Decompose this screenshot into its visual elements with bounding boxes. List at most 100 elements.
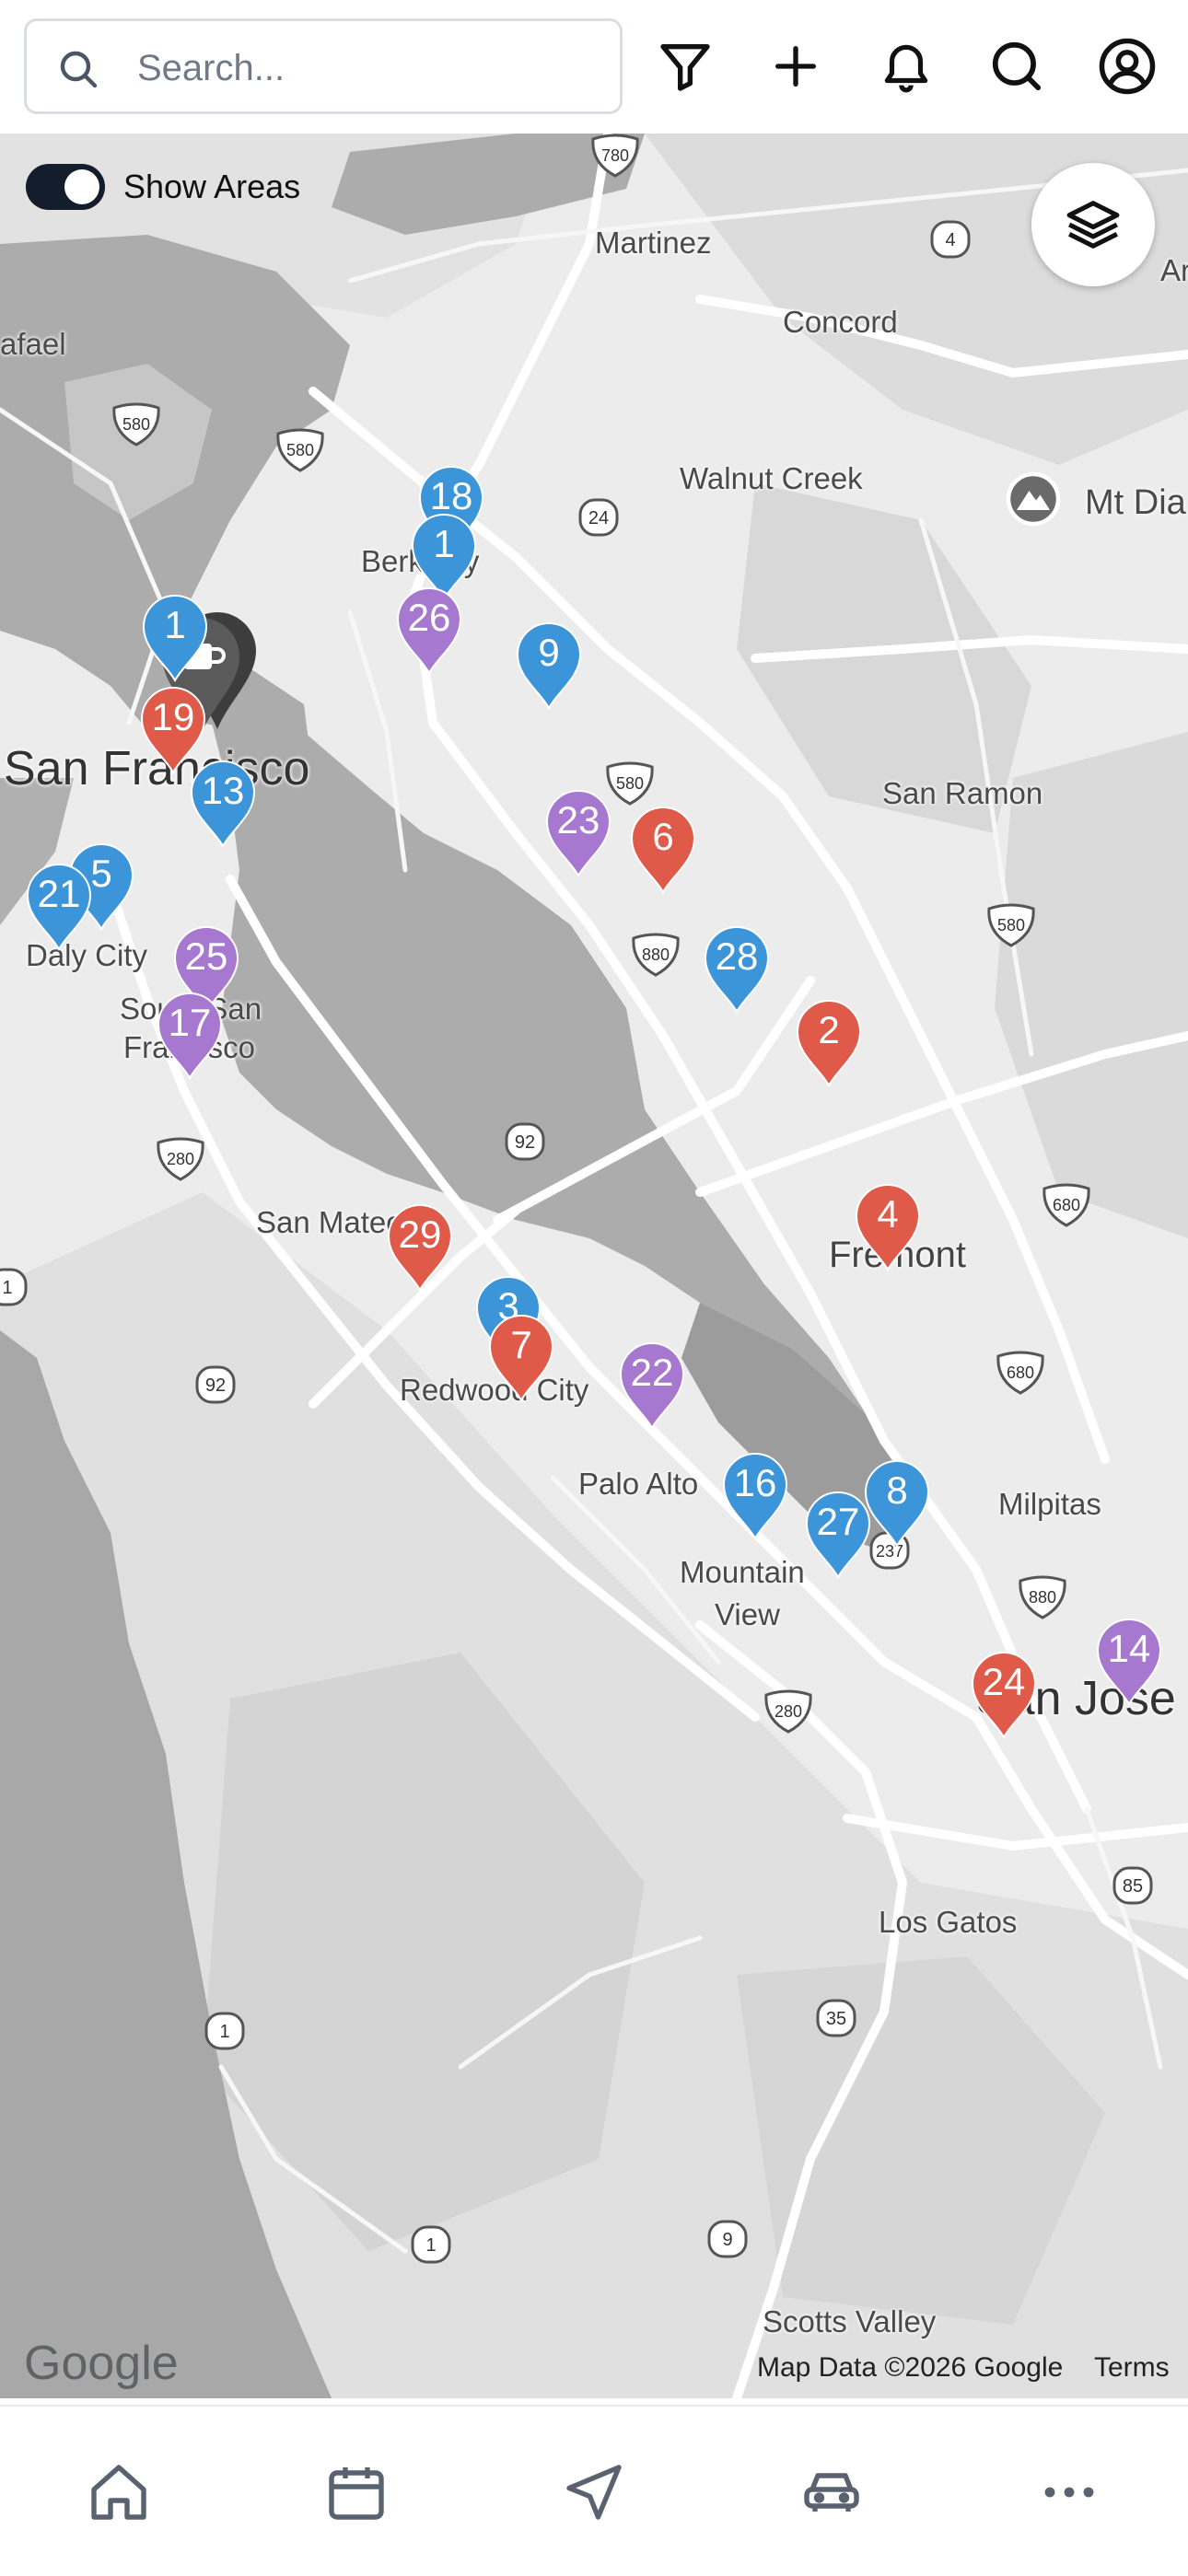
map-pin[interactable]: 2 — [796, 999, 862, 1087]
map-pin[interactable]: 14 — [1096, 1618, 1162, 1706]
highway-shield: 780 — [588, 133, 643, 180]
svg-text:680: 680 — [1007, 1363, 1034, 1382]
map-pin-label: 17 — [168, 1001, 212, 1044]
map-pin-label: 8 — [886, 1468, 908, 1512]
terms-link[interactable]: Terms — [1094, 2352, 1170, 2384]
account-button[interactable] — [1090, 29, 1164, 103]
highway-shield: 580 — [273, 428, 328, 474]
map-pin-label: 29 — [398, 1213, 442, 1256]
map-pin[interactable]: 26 — [396, 586, 462, 675]
plus-icon — [775, 46, 816, 87]
highway-shield: 24 — [571, 494, 626, 540]
map-pin[interactable]: 1 — [142, 594, 208, 682]
notifications-button[interactable] — [869, 29, 943, 103]
city-label: San Mateo — [256, 1205, 403, 1239]
map-pin-label: 6 — [652, 815, 674, 858]
navigation-icon — [566, 2465, 622, 2520]
highway-shield: 1 — [403, 2222, 459, 2268]
highway-shield: 9 — [700, 2216, 755, 2262]
search-input[interactable] — [135, 38, 600, 99]
show-areas-toggle[interactable] — [26, 164, 105, 210]
svg-text:280: 280 — [167, 1150, 194, 1168]
calendar-icon — [329, 2467, 384, 2520]
show-areas-label: Show Areas — [123, 168, 301, 205]
map-data-attribution: Map Data ©2026 Google — [757, 2352, 1064, 2383]
map-pin[interactable]: 21 — [26, 863, 92, 951]
map-pin[interactable]: 27 — [805, 1491, 871, 1579]
more-icon — [1044, 2487, 1094, 2498]
svg-text:880: 880 — [642, 946, 670, 964]
map-pin[interactable]: 8 — [864, 1459, 930, 1548]
map-pin[interactable]: 29 — [387, 1203, 453, 1292]
map-pin-label: 14 — [1107, 1627, 1151, 1670]
map-pin[interactable]: 4 — [855, 1183, 921, 1271]
city-label: Scotts Valley — [763, 2304, 937, 2338]
mountain-icon — [1006, 471, 1061, 527]
city-label: San Ramon — [882, 776, 1043, 810]
highway-shield: 92 — [188, 1362, 243, 1408]
svg-text:4: 4 — [945, 230, 955, 250]
park-marker[interactable] — [1000, 469, 1066, 535]
map-pin[interactable]: 22 — [619, 1341, 685, 1430]
highway-shield: 880 — [1015, 1575, 1070, 1621]
map-pin[interactable]: 24 — [971, 1651, 1037, 1739]
search-field[interactable] — [24, 18, 623, 114]
highway-shield: 4 — [923, 216, 978, 262]
map-pin-label: 1 — [164, 603, 186, 646]
highway-shield: 580 — [109, 402, 164, 448]
svg-text:92: 92 — [205, 1375, 226, 1396]
home-icon — [91, 2465, 146, 2520]
nav-home[interactable] — [77, 2451, 160, 2534]
map-pin-label: 18 — [429, 474, 473, 517]
nav-more[interactable] — [1028, 2451, 1111, 2534]
map-pin-label: 21 — [37, 872, 81, 915]
svg-text:1: 1 — [219, 2022, 229, 2042]
map-pin[interactable]: 17 — [157, 992, 223, 1080]
highway-shield: 1 — [197, 2008, 252, 2054]
svg-text:580: 580 — [286, 441, 314, 459]
map-pin[interactable]: 13 — [190, 760, 256, 848]
svg-text:9: 9 — [722, 2230, 732, 2250]
city-label: Martinez — [595, 226, 712, 260]
search-button[interactable] — [980, 29, 1054, 103]
add-button[interactable] — [759, 29, 833, 103]
google-logo: Google — [24, 2337, 179, 2390]
nav-car[interactable] — [790, 2451, 873, 2534]
map-pin[interactable]: 6 — [630, 806, 696, 894]
map-pin-label: 23 — [556, 798, 600, 841]
highway-shield: 580 — [984, 903, 1039, 949]
highway-shield: 85 — [1105, 1862, 1160, 1909]
svg-text:580: 580 — [616, 774, 644, 793]
map-pin[interactable]: 16 — [722, 1452, 788, 1540]
search-icon — [60, 51, 98, 88]
svg-text:680: 680 — [1053, 1196, 1080, 1214]
highway-shield: 880 — [628, 933, 683, 979]
highway-shield: 1 — [0, 1264, 35, 1310]
svg-text:1: 1 — [2, 1278, 12, 1298]
layers-button[interactable] — [1031, 163, 1155, 286]
map-pin-label: 9 — [538, 631, 560, 674]
search-icon — [992, 41, 1042, 91]
highway-shield: 92 — [497, 1119, 553, 1165]
highway-shield: 280 — [761, 1689, 816, 1735]
svg-text:580: 580 — [997, 916, 1025, 934]
map-pin[interactable]: 28 — [704, 925, 770, 1014]
map-pin[interactable]: 7 — [488, 1314, 554, 1402]
map-pin-label: 1 — [433, 522, 455, 565]
svg-text:780: 780 — [601, 146, 629, 165]
highway-shield: 680 — [1039, 1183, 1094, 1229]
svg-text:85: 85 — [1123, 1876, 1143, 1897]
map-view[interactable]: Show Areas afael Ar Martinez Concord Wal… — [0, 133, 1188, 2398]
filter-icon — [660, 44, 710, 91]
map-pin[interactable]: 23 — [545, 789, 611, 877]
map-pin-label: 13 — [201, 769, 245, 812]
svg-text:1: 1 — [425, 2235, 436, 2256]
map-pin-label: 24 — [982, 1660, 1026, 1703]
nav-calendar[interactable] — [315, 2451, 398, 2534]
city-label: View — [715, 1597, 780, 1631]
map-pin[interactable]: 9 — [516, 621, 582, 710]
nav-navigation[interactable] — [553, 2451, 635, 2534]
highway-shield: 680 — [993, 1351, 1048, 1397]
show-areas-control[interactable]: Show Areas — [26, 161, 300, 213]
filter-button[interactable] — [648, 29, 722, 103]
